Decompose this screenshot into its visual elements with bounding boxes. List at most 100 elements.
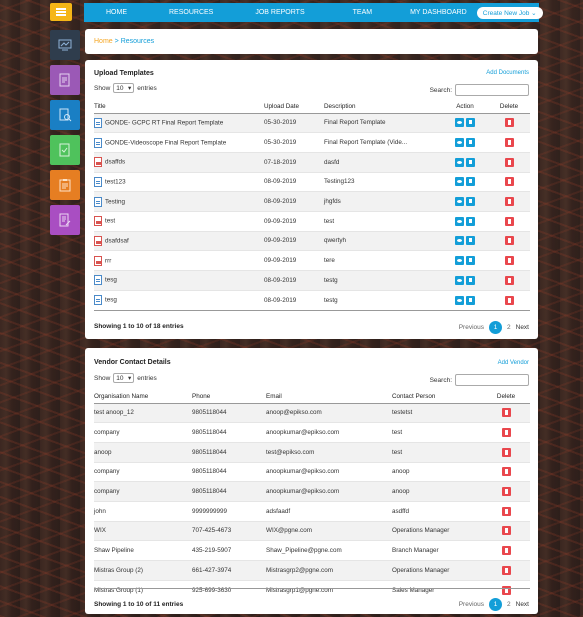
- template-title[interactable]: test: [105, 218, 115, 225]
- delete-cell: [482, 461, 530, 482]
- delete-trash-icon[interactable]: [501, 546, 511, 556]
- view-eye-icon[interactable]: [455, 275, 464, 285]
- breadcrumb-home[interactable]: Home: [94, 38, 113, 45]
- download-icon[interactable]: [466, 118, 475, 128]
- delete-cell: [488, 112, 530, 133]
- download-icon[interactable]: [466, 216, 475, 226]
- sidebar-tile-document-search[interactable]: [50, 100, 80, 130]
- col-organisation-name[interactable]: Organisation Name: [94, 390, 192, 404]
- template-title-cell[interactable]: dsafdsaf: [94, 230, 264, 251]
- nav-team[interactable]: TEAM: [343, 9, 382, 16]
- view-eye-icon[interactable]: [455, 118, 464, 128]
- add-documents-link[interactable]: Add Documents: [486, 70, 529, 76]
- download-icon[interactable]: [466, 177, 475, 187]
- download-icon[interactable]: [466, 256, 475, 266]
- pager-page-1[interactable]: 1: [489, 598, 502, 611]
- delete-trash-icon[interactable]: [504, 138, 514, 148]
- entries-select[interactable]: 10 ▾: [113, 83, 135, 93]
- menu-toggle-button[interactable]: [50, 3, 72, 21]
- pager-page-2[interactable]: 2: [507, 601, 511, 608]
- nav-resources[interactable]: RESOURCES: [159, 9, 223, 16]
- template-title[interactable]: tesg: [105, 277, 117, 284]
- pager-page-2[interactable]: 2: [507, 324, 511, 331]
- sidebar-tile-clipboard[interactable]: [50, 170, 80, 200]
- template-title-cell[interactable]: test: [94, 210, 264, 232]
- template-title-cell[interactable]: GONDE- GCPC RT Final Report Template: [94, 112, 264, 133]
- delete-trash-icon[interactable]: [501, 467, 511, 477]
- download-icon[interactable]: [466, 157, 475, 167]
- template-title[interactable]: GONDE- GCPC RT Final Report Template: [105, 120, 223, 127]
- delete-trash-icon[interactable]: [504, 256, 514, 266]
- view-eye-icon[interactable]: [455, 177, 464, 187]
- template-title-cell[interactable]: dsaffds: [94, 151, 264, 173]
- template-title-cell[interactable]: rrr: [94, 250, 264, 271]
- delete-trash-icon[interactable]: [501, 565, 511, 575]
- col-contact-person[interactable]: Contact Person: [392, 390, 482, 404]
- download-icon[interactable]: [466, 236, 475, 246]
- search-input[interactable]: [455, 84, 529, 96]
- template-title[interactable]: Testing: [105, 198, 125, 205]
- view-eye-icon[interactable]: [455, 236, 464, 246]
- template-title-cell[interactable]: Testing: [94, 191, 264, 212]
- download-icon[interactable]: [466, 138, 475, 148]
- sidebar-tile-document-check[interactable]: [50, 135, 80, 165]
- template-title[interactable]: dsaffds: [105, 159, 125, 166]
- download-icon[interactable]: [466, 295, 475, 305]
- delete-trash-icon[interactable]: [504, 118, 514, 128]
- template-title[interactable]: test123: [105, 179, 126, 186]
- view-eye-icon[interactable]: [455, 138, 464, 148]
- template-title[interactable]: tesg: [105, 297, 117, 304]
- col-action: Action: [442, 100, 488, 114]
- delete-trash-icon[interactable]: [504, 177, 514, 187]
- template-title[interactable]: dsafdsaf: [105, 238, 129, 245]
- nav-job-reports[interactable]: JOB REPORTS: [245, 9, 314, 16]
- nav-my-dashboard[interactable]: MY DASHBOARD: [400, 9, 477, 16]
- contact-person-cell: Branch Manager: [392, 540, 482, 561]
- download-icon[interactable]: [466, 275, 475, 285]
- sidebar-tile-document-edit[interactable]: [50, 205, 80, 235]
- template-title[interactable]: GONDE-Videoscope Final Report Template: [105, 139, 226, 146]
- entries-select[interactable]: 10 ▾: [113, 373, 135, 383]
- breadcrumb-separator: >: [114, 38, 119, 45]
- delete-trash-icon[interactable]: [501, 447, 511, 457]
- search-input[interactable]: [455, 374, 529, 386]
- pager-next[interactable]: Next: [516, 601, 529, 608]
- delete-trash-icon[interactable]: [504, 236, 514, 246]
- delete-trash-icon[interactable]: [504, 295, 514, 305]
- delete-trash-icon[interactable]: [501, 408, 511, 418]
- view-eye-icon[interactable]: [455, 295, 464, 305]
- col-phone[interactable]: Phone: [192, 390, 266, 404]
- template-title[interactable]: rrr: [105, 257, 111, 264]
- pager-previous[interactable]: Previous: [459, 601, 484, 608]
- template-title-cell[interactable]: GONDE-Videoscope Final Report Template: [94, 132, 264, 153]
- template-title-cell[interactable]: test123: [94, 171, 264, 192]
- download-icon[interactable]: [466, 197, 475, 207]
- delete-trash-icon[interactable]: [504, 216, 514, 226]
- delete-trash-icon[interactable]: [501, 526, 511, 536]
- contact-person-cell: Sales Manager: [392, 579, 482, 600]
- view-eye-icon[interactable]: [455, 157, 464, 167]
- sidebar-tile-monitor[interactable]: [50, 30, 80, 60]
- col-description[interactable]: Description: [324, 100, 442, 114]
- pager-previous[interactable]: Previous: [459, 324, 484, 331]
- col-title[interactable]: Title: [94, 100, 264, 114]
- add-vendor-link[interactable]: Add Vendor: [498, 360, 529, 366]
- delete-trash-icon[interactable]: [504, 157, 514, 167]
- pager-page-1[interactable]: 1: [489, 321, 502, 334]
- create-new-job-button[interactable]: Create New Job ⌄: [476, 6, 543, 19]
- delete-trash-icon[interactable]: [501, 428, 511, 438]
- delete-trash-icon[interactable]: [501, 487, 511, 497]
- template-title-cell[interactable]: tesg: [94, 270, 264, 291]
- view-eye-icon[interactable]: [455, 197, 464, 207]
- delete-trash-icon[interactable]: [504, 197, 514, 207]
- col-upload-date[interactable]: Upload Date: [264, 100, 324, 114]
- delete-trash-icon[interactable]: [501, 506, 511, 516]
- pager-next[interactable]: Next: [516, 324, 529, 331]
- col-email[interactable]: Email: [266, 390, 392, 404]
- template-title-cell[interactable]: tesg: [94, 289, 264, 310]
- nav-home[interactable]: HOME: [96, 9, 137, 16]
- sidebar-tile-report-edit[interactable]: [50, 65, 80, 95]
- view-eye-icon[interactable]: [455, 216, 464, 226]
- delete-trash-icon[interactable]: [504, 275, 514, 285]
- view-eye-icon[interactable]: [455, 256, 464, 266]
